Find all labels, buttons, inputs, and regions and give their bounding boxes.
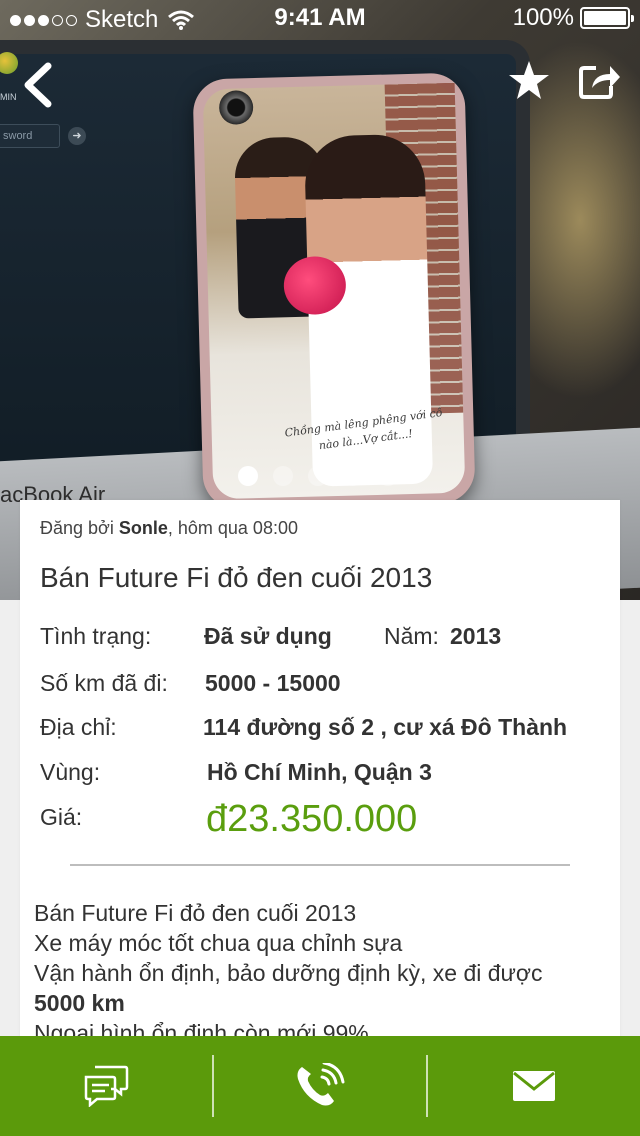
carousel-dot[interactable]: [378, 466, 398, 486]
divider: [70, 864, 570, 866]
condition-label: Tình trạng:: [40, 623, 152, 649]
share-icon[interactable]: [578, 60, 622, 100]
background-arrow-icon: ➜: [68, 127, 86, 145]
battery-icon: [580, 7, 634, 29]
address-value: 114 đường số 2 , cư xá Đô Thành: [203, 714, 568, 740]
battery-percent: 100%: [512, 4, 574, 31]
carousel-dots[interactable]: [238, 466, 398, 486]
carousel-dot[interactable]: [273, 466, 293, 486]
posted-prefix: Đăng bởi: [40, 518, 119, 538]
chat-button[interactable]: [0, 1036, 212, 1136]
posted-time: , hôm qua 08:00: [167, 518, 298, 538]
listing-description: Bán Future Fi đỏ đen cuối 2013 Xe máy mó…: [34, 898, 604, 1048]
mail-icon: [513, 1071, 555, 1101]
phone-call-icon: [297, 1063, 345, 1106]
carousel-dot[interactable]: [238, 466, 258, 486]
km-label: Số km đã đi:: [40, 670, 168, 696]
description-bold: 5000 km: [34, 990, 125, 1016]
region-label: Vùng:: [40, 759, 101, 785]
description-line: Xe máy móc tốt chua qua chỉnh sựa: [34, 930, 403, 956]
carousel-dot[interactable]: [343, 466, 363, 486]
call-button[interactable]: [214, 1036, 426, 1136]
posted-user[interactable]: Sonle: [119, 518, 168, 538]
listing-title: Bán Future Fi đỏ đen cuối 2013: [40, 562, 433, 593]
chat-icon: [84, 1065, 129, 1107]
battery-indicator: 100%: [512, 4, 634, 32]
year-value: 2013: [450, 623, 502, 649]
description-line: 5000 km: [34, 988, 604, 1018]
description-line: Bán Future Fi đỏ đen cuối 2013: [34, 900, 357, 926]
mail-button[interactable]: [428, 1036, 640, 1136]
year-label: Năm:: [384, 623, 439, 649]
star-icon[interactable]: [508, 60, 550, 100]
address-label: Địa chỉ:: [40, 714, 117, 740]
description-line: Vận hành ổn định, bảo dưỡng định kỳ, xe …: [34, 960, 543, 986]
chevron-left-icon[interactable]: [18, 60, 58, 110]
price-label: Giá:: [40, 804, 83, 830]
condition-value: Đã sử dụng: [204, 623, 332, 649]
status-bar: Sketch 9:41 AM 100%: [0, 0, 640, 40]
listing-card: Đăng bởi Sonle, hôm qua 08:00 Bán Future…: [20, 500, 620, 1060]
phone-case: Chồng mà lêng phêng với cô nào là...Vợ c…: [192, 72, 476, 510]
region-value: Hồ Chí Minh, Quận 3: [207, 759, 432, 785]
km-value: 5000 - 15000: [205, 670, 341, 696]
bottom-toolbar: [0, 1036, 640, 1136]
carousel-dot[interactable]: [308, 466, 328, 486]
price-value: đ23.350.000: [206, 798, 418, 840]
logo-text: MIN: [0, 92, 17, 102]
background-password-field: sword: [0, 124, 60, 148]
posted-info: Đăng bởi Sonle, hôm qua 08:00: [40, 518, 298, 539]
